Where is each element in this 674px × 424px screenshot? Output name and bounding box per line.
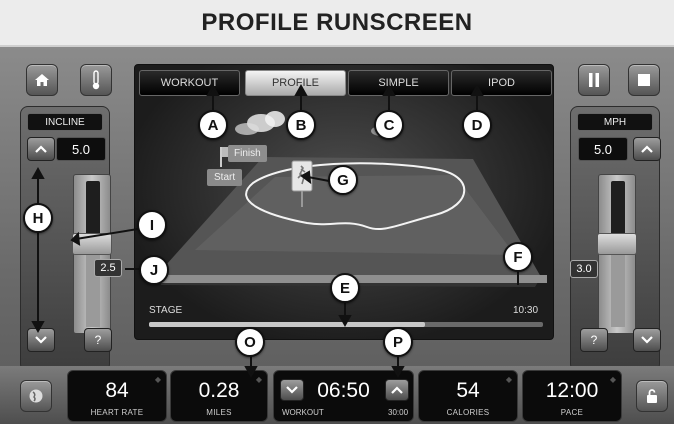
- callout-d: D: [462, 110, 492, 140]
- callout-a: A: [198, 110, 228, 140]
- callout-o: O: [235, 327, 265, 357]
- callout-i: I: [137, 210, 167, 240]
- callout-p: P: [383, 327, 413, 357]
- callout-lines: [31, 83, 519, 379]
- callout-h: H: [23, 203, 53, 233]
- callout-j: J: [139, 255, 169, 285]
- callout-b: B: [286, 110, 316, 140]
- callout-f: F: [503, 242, 533, 272]
- callout-e: E: [330, 273, 360, 303]
- callout-g: G: [328, 165, 358, 195]
- callout-c: C: [374, 110, 404, 140]
